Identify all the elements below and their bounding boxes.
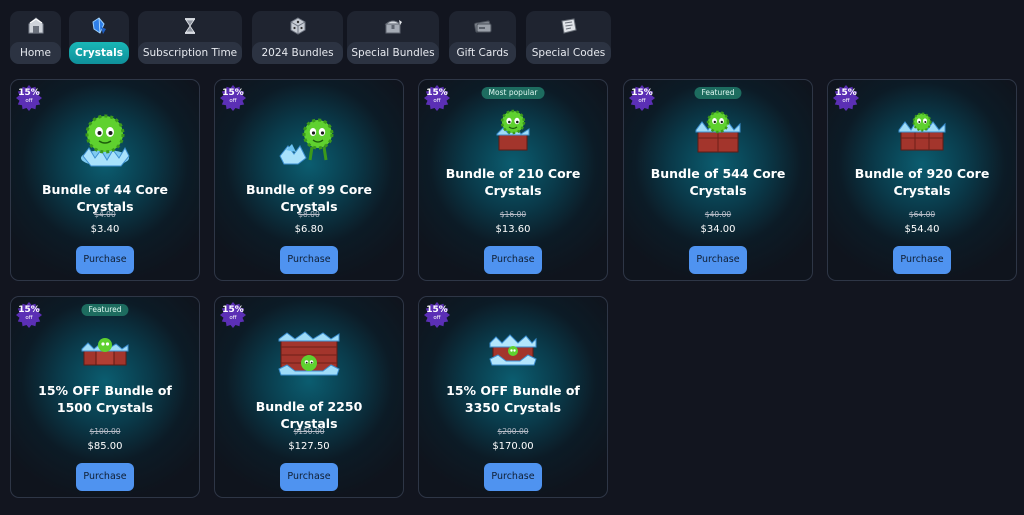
dice-icon: [287, 15, 309, 37]
product-image: [493, 108, 533, 158]
badge-off-label: off: [25, 98, 33, 104]
product-image: [80, 335, 130, 373]
product-image: [897, 110, 947, 158]
purchase-button[interactable]: Purchase: [280, 246, 338, 274]
product-image: [276, 116, 342, 170]
product-title: Bundle of 544 Core Crystals: [650, 166, 786, 198]
product-title: Bundle of 920 Core Crystals: [854, 166, 990, 198]
featured-tag: Featured: [81, 304, 129, 316]
original-price: $150.00: [293, 427, 325, 436]
chest-icon: [382, 15, 404, 37]
badge-off-label: off: [229, 98, 237, 104]
original-price: $40.00: [704, 210, 732, 219]
badge-off-label: off: [433, 315, 441, 321]
badge-off-label: off: [638, 98, 646, 104]
product-card: 15% off Featured 15% OFF Bundle of 1500 …: [10, 296, 200, 498]
badge-percent: 15%: [835, 88, 857, 98]
gift-card-icon: [472, 15, 494, 37]
product-title: 15% OFF Bundle of 1500 Crystals: [38, 383, 172, 415]
sale-price: $54.40: [904, 224, 940, 235]
sale-price: $170.00: [492, 441, 534, 452]
discount-badge: 15% off: [220, 85, 246, 111]
purchase-button[interactable]: Purchase: [76, 463, 134, 491]
product-card: 15% off Bundle of 44 Core Crystals $4.00…: [10, 79, 200, 281]
tab-home[interactable]: Home: [10, 11, 61, 64]
tab-label: Special Codes: [526, 42, 611, 64]
discount-badge: 15% off: [16, 302, 42, 328]
original-price: $64.00: [908, 210, 936, 219]
purchase-button[interactable]: Purchase: [893, 246, 951, 274]
product-image: [277, 329, 341, 383]
most-popular-tag: Most popular: [481, 87, 545, 99]
tab-2024-bundles[interactable]: 2024 Bundles: [252, 11, 343, 64]
hourglass-icon: [179, 15, 201, 37]
sale-price: $13.60: [495, 224, 531, 235]
tab-crystals[interactable]: Crystals: [69, 11, 129, 64]
original-price: $4.00: [94, 210, 116, 219]
product-card: 15% off Bundle of 2250 Crystals $150.00 …: [214, 296, 404, 498]
badge-percent: 15%: [631, 88, 653, 98]
badge-off-label: off: [229, 315, 237, 321]
discount-badge: 15% off: [424, 85, 450, 111]
badge-off-label: off: [25, 315, 33, 321]
tab-label: Special Bundles: [347, 42, 439, 64]
featured-tag: Featured: [694, 87, 742, 99]
tab-gift-cards[interactable]: Gift Cards: [449, 11, 516, 64]
tab-special-bundles[interactable]: Special Bundles: [347, 11, 439, 64]
discount-badge: 15% off: [833, 85, 859, 111]
sale-price: $6.80: [294, 224, 324, 235]
ticket-icon: [558, 15, 580, 37]
sale-price: $127.50: [288, 441, 330, 452]
product-card: 15% off 15% OFF Bundle of 3350 Crystals …: [418, 296, 608, 498]
original-price: $200.00: [497, 427, 529, 436]
purchase-button[interactable]: Purchase: [484, 463, 542, 491]
product-title: 15% OFF Bundle of 3350 Crystals: [446, 383, 580, 415]
discount-badge: 15% off: [629, 85, 655, 111]
tab-label: Home: [10, 42, 61, 64]
purchase-button[interactable]: Purchase: [689, 246, 747, 274]
original-price: $100.00: [89, 427, 121, 436]
badge-percent: 15%: [18, 305, 40, 315]
crystal-icon: [88, 15, 110, 37]
purchase-button[interactable]: Purchase: [76, 246, 134, 274]
product-image: [488, 333, 538, 373]
tab-label: Gift Cards: [449, 42, 516, 64]
tab-label: Subscription Time: [138, 42, 242, 64]
discount-badge: 15% off: [220, 302, 246, 328]
discount-badge: 15% off: [16, 85, 42, 111]
badge-off-label: off: [433, 98, 441, 104]
sale-price: $85.00: [87, 441, 123, 452]
badge-percent: 15%: [426, 305, 448, 315]
product-card: 15% off Bundle of 99 Core Crystals $8.00…: [214, 79, 404, 281]
tab-subscription-time[interactable]: Subscription Time: [138, 11, 242, 64]
tab-label: 2024 Bundles: [252, 42, 343, 64]
sale-price: $34.00: [700, 224, 736, 235]
badge-percent: 15%: [18, 88, 40, 98]
badge-percent: 15%: [426, 88, 448, 98]
product-card: 15% off Most popular Bundle of 210 Core …: [418, 79, 608, 281]
product-image: [77, 108, 133, 174]
home-icon: [25, 15, 47, 37]
original-price: $8.00: [298, 210, 320, 219]
sale-price: $3.40: [90, 224, 120, 235]
purchase-button[interactable]: Purchase: [280, 463, 338, 491]
product-image: [694, 108, 742, 160]
tab-label: Crystals: [69, 42, 129, 64]
original-price: $16.00: [499, 210, 527, 219]
badge-off-label: off: [842, 98, 850, 104]
badge-percent: 15%: [222, 305, 244, 315]
product-card: 15% off Featured Bundle of 544 Core Crys…: [623, 79, 813, 281]
badge-percent: 15%: [222, 88, 244, 98]
discount-badge: 15% off: [424, 302, 450, 328]
purchase-button[interactable]: Purchase: [484, 246, 542, 274]
product-card: 15% off Bundle of 920 Core Crystals $64.…: [827, 79, 1017, 281]
product-title: Bundle of 210 Core Crystals: [445, 166, 581, 198]
tab-special-codes[interactable]: Special Codes: [526, 11, 611, 64]
